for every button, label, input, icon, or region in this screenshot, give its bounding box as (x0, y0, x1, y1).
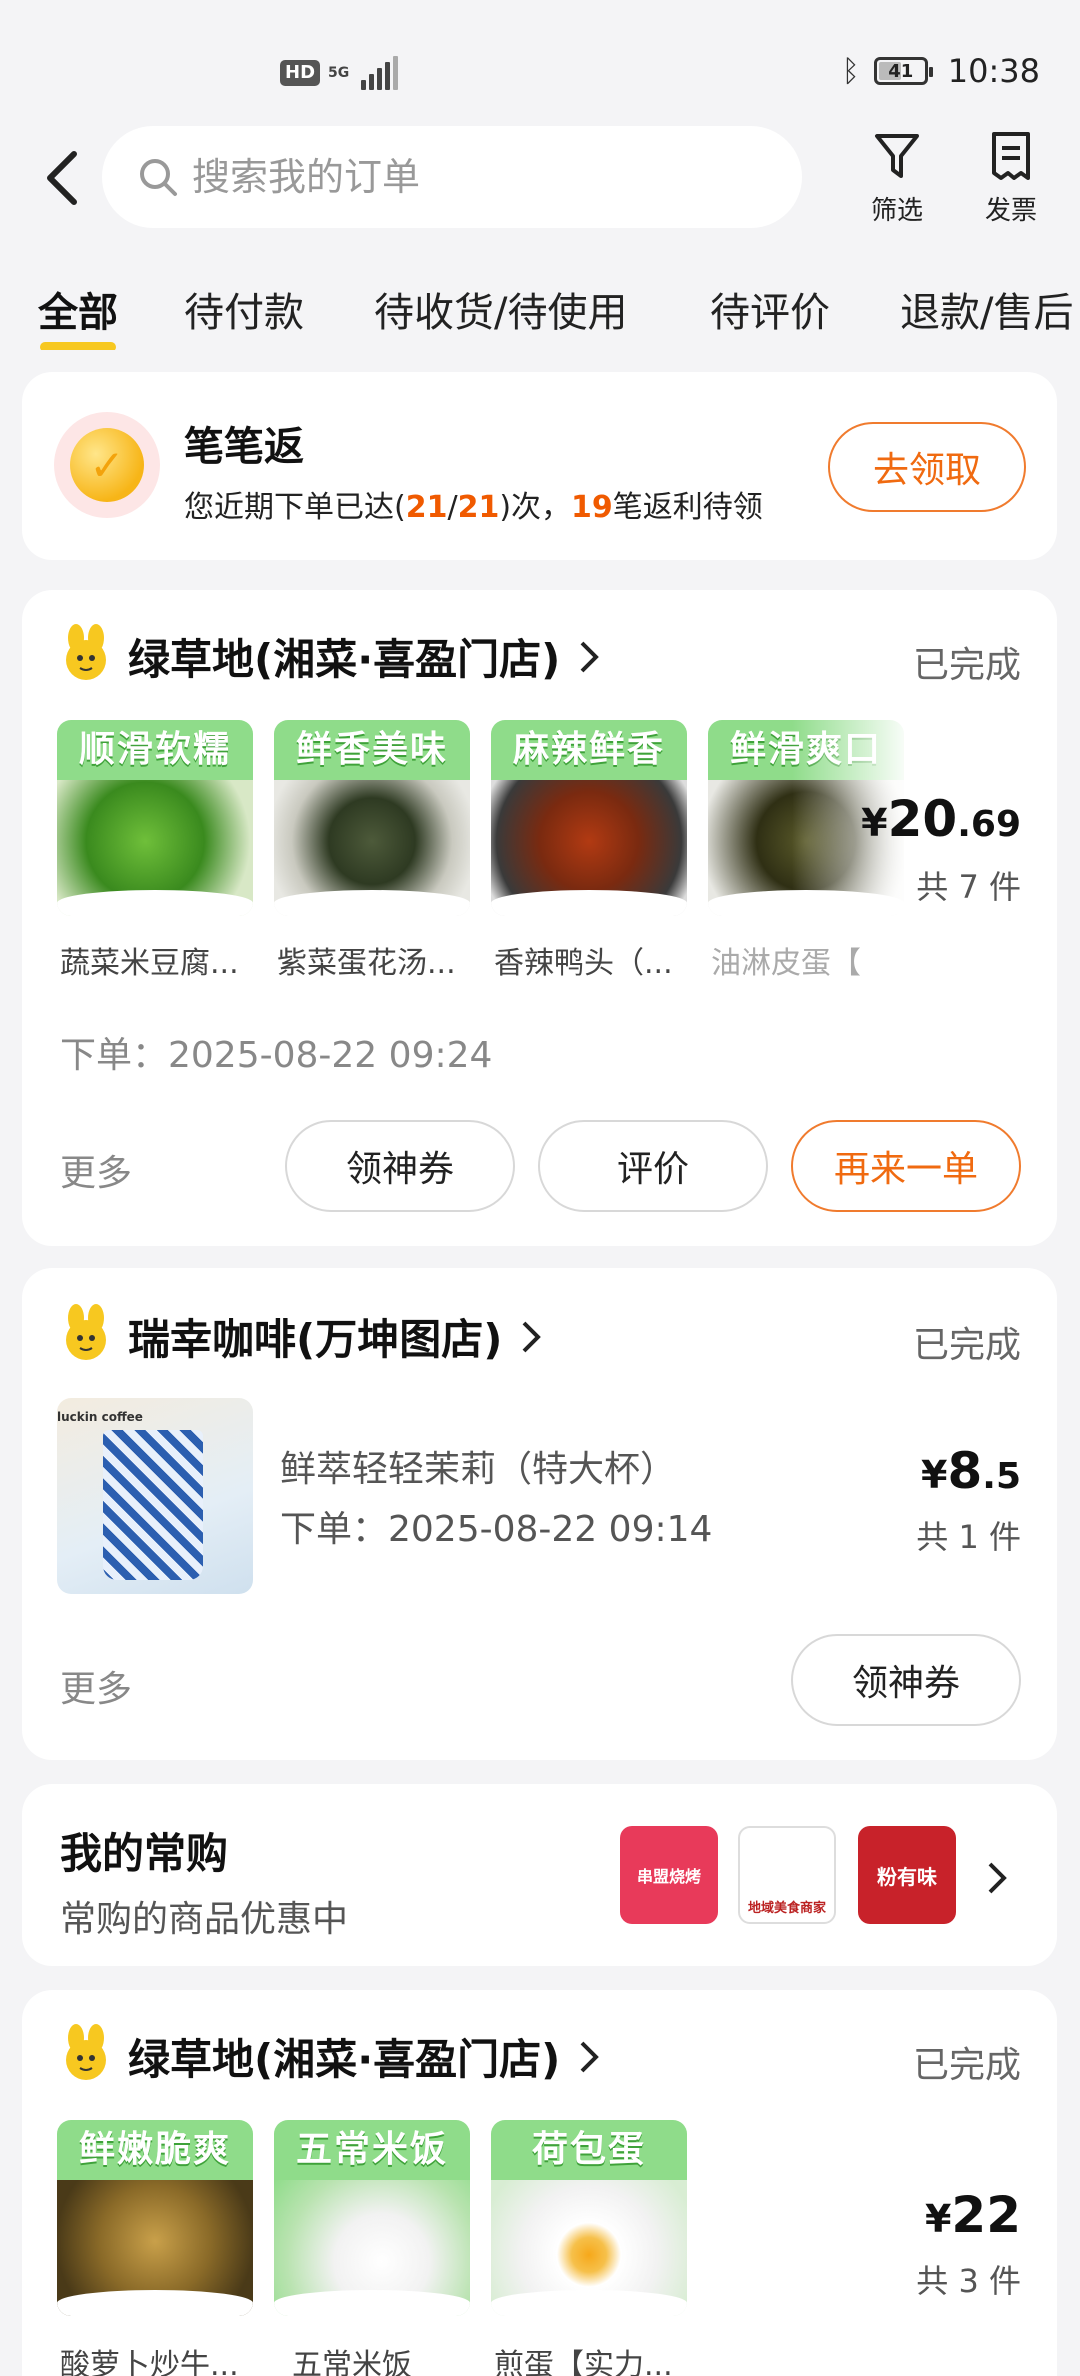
frequent-title: 我的常购 (60, 1829, 229, 1878)
invoice-label: 发票 (984, 196, 1037, 226)
order-tabs: 全部 待付款 待收货/待使用 待评价 退款/售后 (0, 270, 1080, 350)
product-banner: 五常米饭 (274, 2120, 470, 2180)
tab-label: 待付款 (184, 290, 304, 336)
store-name: 绿草地(湘菜·喜盈门店) (128, 635, 561, 684)
signal-icon (361, 56, 399, 90)
tab-underline (40, 342, 116, 350)
network-type: 5G (328, 65, 350, 81)
store-name-link[interactable]: 瑞幸咖啡(万坤图店) (128, 1306, 542, 1367)
shop-logo[interactable]: 粉有味 (858, 1826, 956, 1924)
tab-label: 待评价 (710, 290, 830, 336)
order-card[interactable]: 绿草地(湘菜·喜盈门店) 已完成 鲜嫩脆爽 五常米饭 荷包蛋 酸萝卜炒牛... … (22, 1990, 1057, 2376)
filter-label: 筛选 (870, 196, 923, 226)
hd-badge: HD (280, 60, 321, 86)
store-name-link[interactable]: 绿草地(湘菜·喜盈门店) (128, 626, 600, 687)
order-card[interactable]: 绿草地(湘菜·喜盈门店) 已完成 顺滑软糯 鲜香美味 麻辣鲜香 鲜滑爽口 蔬菜米… (22, 590, 1057, 1246)
status-right: ᛒ 41 10:38 (842, 52, 1040, 90)
status-bar: HD 5G ᛒ 41 10:38 (0, 0, 1080, 140)
filter-icon (875, 134, 919, 178)
product-image[interactable]: 鲜嫩脆爽 (57, 2120, 253, 2316)
order-status: 已完成 (912, 1325, 1021, 1366)
order-date: 下单：2025-08-22 09:24 (60, 1035, 493, 1076)
product-image[interactable]: luckin coffee (57, 1398, 253, 1594)
rebate-card: ✓ 笔笔返 您近期下单已达(21/21)次，19笔返利待领 去领取 (22, 372, 1057, 560)
back-button[interactable] (40, 148, 88, 208)
claim-rebate-button[interactable]: 去领取 (828, 422, 1026, 512)
store-name: 绿草地(湘菜·喜盈门店) (128, 2035, 561, 2084)
search-input[interactable] (192, 155, 752, 199)
review-button[interactable]: 评价 (538, 1120, 768, 1212)
store-logo-icon (66, 2024, 106, 2080)
battery-icon: 41 (873, 57, 933, 85)
order-price: ¥20.69 (861, 790, 1021, 848)
get-coupon-button[interactable]: 领神券 (285, 1120, 515, 1212)
order-status: 已完成 (912, 2045, 1021, 2086)
filter-button[interactable]: 筛选 (842, 130, 952, 230)
tab-label: 退款/售后 (900, 290, 1074, 336)
store-logo-icon (66, 1304, 106, 1360)
frequent-subtitle: 常购的商品优惠中 (60, 1899, 349, 1940)
product-image[interactable]: 荷包蛋 (491, 2120, 687, 2316)
chevron-right-icon (580, 641, 600, 672)
tab-label: 待收货/待使用 (374, 290, 628, 336)
product-banner: 麻辣鲜香 (491, 720, 687, 780)
tab-refund[interactable]: 退款/售后 (900, 280, 1073, 338)
reorder-button[interactable]: 再来一单 (791, 1120, 1021, 1212)
product-banner: 顺滑软糯 (57, 720, 253, 780)
order-card[interactable]: 瑞幸咖啡(万坤图店) 已完成 luckin coffee 鲜萃轻轻茉莉（特大杯）… (22, 1268, 1057, 1760)
chevron-right-icon (522, 1321, 542, 1352)
search-bar[interactable] (102, 126, 802, 228)
invoice-button[interactable]: 发票 (956, 130, 1066, 230)
battery-level: 41 (888, 60, 914, 82)
product-banner: 鲜香美味 (274, 720, 470, 780)
chevron-right-icon (580, 2041, 600, 2072)
order-status: 已完成 (912, 645, 1021, 686)
order-date: 下单：2025-08-22 09:14 (280, 1509, 713, 1550)
product-name: 蔬菜米豆腐... (60, 946, 239, 981)
store-logo-icon (66, 624, 106, 680)
coin-icon: ✓ (54, 412, 160, 518)
frequent-purchases-card[interactable]: 我的常购 常购的商品优惠中 串盟烧烤 地域美食商家 粉有味 (22, 1784, 1057, 1966)
bluetooth-icon: ᛒ (841, 53, 860, 89)
search-icon (140, 159, 177, 196)
rebate-description: 您近期下单已达(21/21)次，19笔返利待领 (184, 490, 763, 525)
product-image[interactable]: 顺滑软糯 (57, 720, 253, 916)
tab-all[interactable]: 全部 (38, 280, 118, 350)
order-price: ¥8.5 (921, 1442, 1021, 1500)
tab-pending-review[interactable]: 待评价 (710, 280, 830, 338)
cup-brand-text: luckin coffee (57, 1410, 143, 1424)
clock: 10:38 (947, 52, 1040, 90)
back-arrow-icon (47, 151, 77, 205)
product-banner: 荷包蛋 (491, 2120, 687, 2180)
shop-logo[interactable]: 地域美食商家 (738, 1826, 836, 1924)
product-name: 酸萝卜炒牛... (60, 2348, 239, 2376)
get-coupon-button[interactable]: 领神券 (791, 1634, 1021, 1726)
chevron-right-icon[interactable] (986, 1860, 1008, 1896)
product-name: 紫菜蛋花汤... (277, 946, 456, 981)
shop-logo[interactable]: 串盟烧烤 (620, 1826, 718, 1924)
product-image[interactable]: 鲜香美味 (274, 720, 470, 916)
order-quantity: 共 1 件 (916, 1518, 1021, 1556)
order-quantity: 共 7 件 (916, 868, 1021, 906)
product-banner: 鲜嫩脆爽 (57, 2120, 253, 2180)
product-name: 油淋皮蛋【 (711, 946, 861, 981)
store-name-link[interactable]: 绿草地(湘菜·喜盈门店) (128, 2026, 600, 2087)
rebate-title: 笔笔返 (184, 424, 304, 470)
product-image[interactable]: 麻辣鲜香 (491, 720, 687, 916)
product-name: 鲜萃轻轻茉莉（特大杯） (280, 1449, 677, 1490)
invoice-icon (992, 132, 1030, 180)
order-quantity: 共 3 件 (916, 2262, 1021, 2300)
more-button[interactable]: 更多 (60, 1144, 132, 1196)
product-name: 煎蛋【实力... (494, 2348, 673, 2376)
product-image[interactable]: 五常米饭 (274, 2120, 470, 2316)
more-button[interactable]: 更多 (60, 1660, 132, 1712)
product-name: 香辣鸭头（... (494, 946, 673, 981)
tab-pending-payment[interactable]: 待付款 (184, 280, 304, 338)
tab-pending-receipt[interactable]: 待收货/待使用 (374, 280, 627, 338)
order-price: ¥22 (924, 2186, 1021, 2244)
network-indicators: HD 5G (280, 56, 399, 90)
tab-label: 全部 (38, 290, 118, 336)
product-name: 五常米饭 (292, 2348, 412, 2376)
store-name: 瑞幸咖啡(万坤图店) (128, 1315, 503, 1364)
